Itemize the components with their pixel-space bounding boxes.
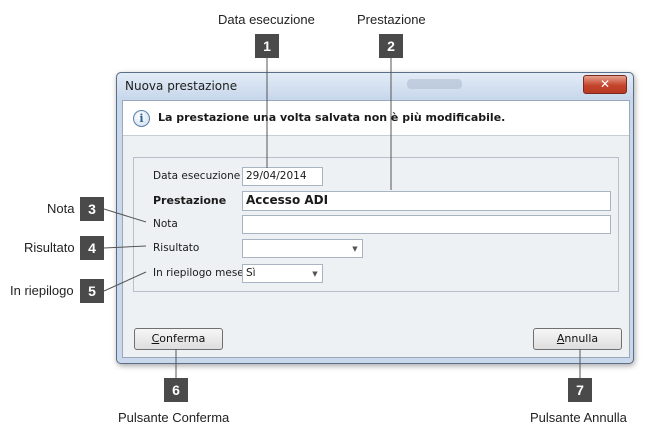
connector-4 <box>103 245 147 249</box>
callout-connectors <box>103 58 581 378</box>
connector-5 <box>103 271 147 292</box>
connector-3 <box>103 208 147 223</box>
